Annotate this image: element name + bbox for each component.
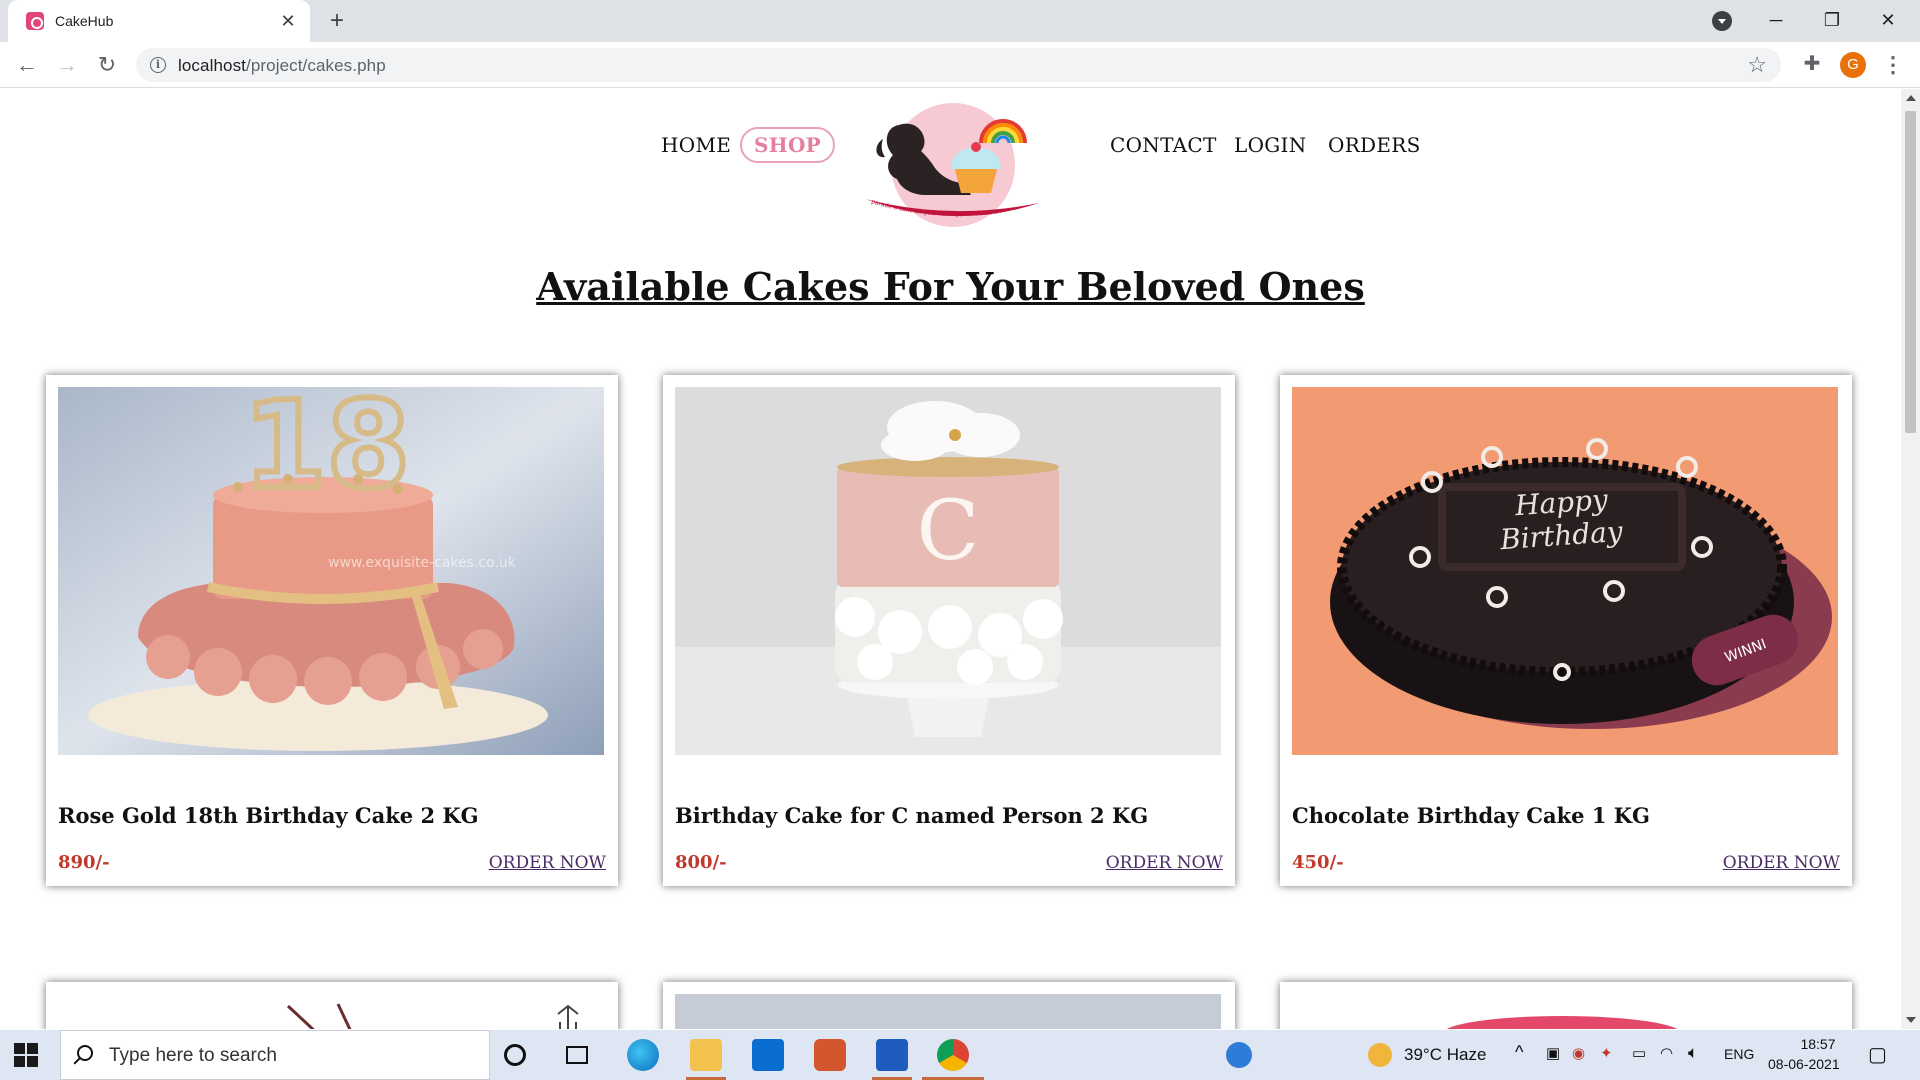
page-title: Available Cakes For Your Beloved Ones xyxy=(536,264,1365,309)
word-icon[interactable] xyxy=(876,1039,908,1071)
windows-taskbar: Type here to search 39°C Haze ^ ▣ ◉ ✦ ▭ … xyxy=(0,1030,1920,1080)
browser-tab[interactable]: CakeHub ✕ xyxy=(8,0,310,42)
cortana-icon[interactable] xyxy=(504,1044,526,1066)
tab-search-icon[interactable] xyxy=(1712,11,1732,31)
scroll-thumb[interactable] xyxy=(1905,111,1916,433)
product-title: Chocolate Birthday Cake 1 KG xyxy=(1292,803,1650,828)
notifications-icon[interactable]: ▢ xyxy=(1868,1042,1887,1067)
site-info-icon[interactable]: i xyxy=(150,57,166,73)
order-now-link[interactable]: ORDER NOW xyxy=(1723,853,1840,873)
chrome-icon[interactable] xyxy=(937,1039,969,1071)
help-icon[interactable] xyxy=(1226,1042,1252,1068)
svg-text:18: 18 xyxy=(243,387,410,516)
nav-home-link[interactable]: HOME xyxy=(661,133,731,157)
extensions-puzzle-icon[interactable]: ✚ xyxy=(1800,52,1824,76)
weather-text[interactable]: 39°C Haze xyxy=(1404,1045,1486,1065)
forward-arrow-icon[interactable]: → xyxy=(52,50,82,80)
browser-menu-icon[interactable]: ⋮ xyxy=(1880,52,1906,78)
product-card xyxy=(663,982,1235,1029)
close-window-button[interactable]: ✕ xyxy=(1860,4,1916,36)
clock-time[interactable]: 18:57 xyxy=(1790,1036,1846,1052)
product-card xyxy=(1280,982,1852,1029)
volume-icon[interactable]: 🔈︎ xyxy=(1688,1043,1698,1063)
file-explorer-icon[interactable] xyxy=(690,1039,722,1071)
product-card xyxy=(46,982,618,1029)
back-arrow-icon[interactable]: ← xyxy=(12,50,42,80)
browser-toolbar: ← → ↻ i localhost/project/cakes.php ☆ ✚ … xyxy=(0,42,1920,88)
reload-icon[interactable]: ↻ xyxy=(92,50,122,80)
cakehub-favicon-icon xyxy=(26,12,44,30)
url-text[interactable]: localhost/project/cakes.php xyxy=(178,56,386,76)
partial-cake-image xyxy=(286,1003,579,1029)
order-now-link[interactable]: ORDER NOW xyxy=(1106,853,1223,873)
windows-start-icon[interactable] xyxy=(14,1043,38,1067)
search-placeholder: Type here to search xyxy=(109,1045,277,1066)
close-tab-icon[interactable]: ✕ xyxy=(278,11,298,31)
partial-red-cake-image xyxy=(1446,1016,1678,1029)
product-image[interactable] xyxy=(1292,994,1838,1029)
minimize-window-button[interactable]: ─ xyxy=(1748,4,1804,36)
rose-gold-cake-image: 18 www.exquisite-cakes.co.uk xyxy=(58,387,604,755)
image-watermark: www.exquisite-cakes.co.uk xyxy=(328,555,517,571)
product-image[interactable]: 18 www.exquisite-cakes.co.uk xyxy=(58,387,604,755)
order-now-link[interactable]: ORDER NOW xyxy=(489,853,606,873)
taskbar-search-input[interactable]: Type here to search xyxy=(60,1030,490,1080)
search-icon xyxy=(77,1045,93,1061)
nav-orders-link[interactable]: ORDERS xyxy=(1328,133,1421,157)
profile-avatar[interactable]: G xyxy=(1840,52,1866,78)
nav-login-link[interactable]: LOGIN xyxy=(1234,133,1307,157)
product-image[interactable] xyxy=(58,994,604,1029)
product-card: C Birthday Cake for C named Person 2 KG … xyxy=(663,375,1235,886)
chocolate-cake-image: Happy Birthday WINNI xyxy=(1292,387,1838,755)
scroll-up-arrow-icon[interactable] xyxy=(1906,95,1916,101)
bookmark-star-icon[interactable]: ☆ xyxy=(1747,52,1767,78)
cake-letter: C xyxy=(917,484,980,579)
product-title: Rose Gold 18th Birthday Cake 2 KG xyxy=(58,803,479,828)
mail-icon[interactable] xyxy=(752,1039,784,1071)
product-image[interactable]: Happy Birthday WINNI xyxy=(1292,387,1838,755)
product-price: 450/- xyxy=(1292,852,1344,873)
product-image[interactable]: C xyxy=(675,387,1221,755)
cakehub-page: HOME SHOP CONTACT LOGIN ORDERS parade a … xyxy=(0,89,1901,1029)
language-indicator[interactable]: ENG xyxy=(1724,1046,1754,1062)
product-card: Happy Birthday WINNI Chocolate Birthday … xyxy=(1280,375,1852,886)
tab-title: CakeHub xyxy=(55,13,114,29)
product-card: 18 www.exquisite-cakes.co.uk Rose Gold 1… xyxy=(46,375,618,886)
wifi-icon[interactable]: ◠ xyxy=(1660,1044,1673,1062)
show-hidden-icons-chevron-icon[interactable]: ^ xyxy=(1515,1042,1523,1063)
antivirus-icon[interactable]: ◉ xyxy=(1572,1044,1585,1062)
nav-shop-link[interactable]: SHOP xyxy=(740,127,836,163)
restore-window-button[interactable]: ❐ xyxy=(1804,4,1860,36)
meet-now-icon[interactable]: ▣ xyxy=(1546,1044,1560,1062)
page-scrollbar[interactable] xyxy=(1901,89,1920,1029)
scroll-down-arrow-icon[interactable] xyxy=(1906,1017,1916,1023)
browser-tab-strip: CakeHub ✕ + ─ ❐ ✕ xyxy=(0,0,1920,42)
product-image[interactable] xyxy=(675,994,1221,1029)
cakehub-logo[interactable]: parade a cake on your real special occas… xyxy=(855,99,1045,235)
edge-browser-icon[interactable] xyxy=(627,1039,659,1071)
dropbox-icon[interactable]: ✦ xyxy=(1600,1044,1613,1062)
weather-icon[interactable] xyxy=(1368,1043,1392,1067)
battery-icon[interactable]: ▭ xyxy=(1632,1044,1646,1062)
office-app-icon[interactable] xyxy=(814,1039,846,1071)
product-price: 890/- xyxy=(58,852,110,873)
nav-contact-link[interactable]: CONTACT xyxy=(1110,133,1217,157)
task-view-icon[interactable] xyxy=(566,1046,588,1064)
product-title: Birthday Cake for C named Person 2 KG xyxy=(675,803,1149,828)
new-tab-button[interactable]: + xyxy=(324,9,350,35)
address-bar[interactable]: i localhost/project/cakes.php ☆ xyxy=(136,48,1781,82)
clock-date[interactable]: 08-06-2021 xyxy=(1768,1056,1840,1072)
product-price: 800/- xyxy=(675,852,727,873)
c-named-cake-image: C xyxy=(675,387,1221,755)
